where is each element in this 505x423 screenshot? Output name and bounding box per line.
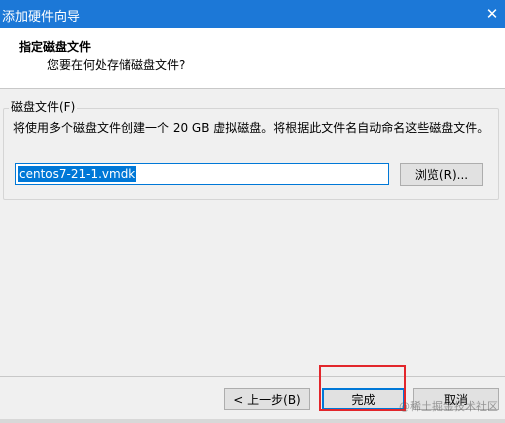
close-icon[interactable]: ✕ [479,0,505,28]
disk-filename-value: centos7-21-1.vmdk [18,166,137,182]
title-bar: 添加硬件向导 ✕ [0,0,505,28]
bottom-edge [0,419,505,423]
browse-button[interactable]: 浏览(R)... [400,163,483,186]
page-title: 指定磁盘文件 [19,40,92,54]
watermark: @稀土掘金技术社区 [399,400,498,413]
wizard-header: 指定磁盘文件 您要在何处存储磁盘文件? [0,28,505,89]
back-button[interactable]: < 上一步(B) [224,388,310,410]
disk-file-description: 将使用多个磁盘文件创建一个 20 GB 虚拟磁盘。将根据此文件名自动命名这些磁盘… [13,121,490,135]
page-subtitle: 您要在何处存储磁盘文件? [47,58,186,72]
footer-divider [0,376,505,377]
disk-file-group-label: 磁盘文件(F) [9,98,78,115]
disk-filename-input[interactable]: centos7-21-1.vmdk [15,163,389,185]
window-title: 添加硬件向导 [2,10,81,25]
finish-button[interactable]: 完成 [322,388,405,410]
